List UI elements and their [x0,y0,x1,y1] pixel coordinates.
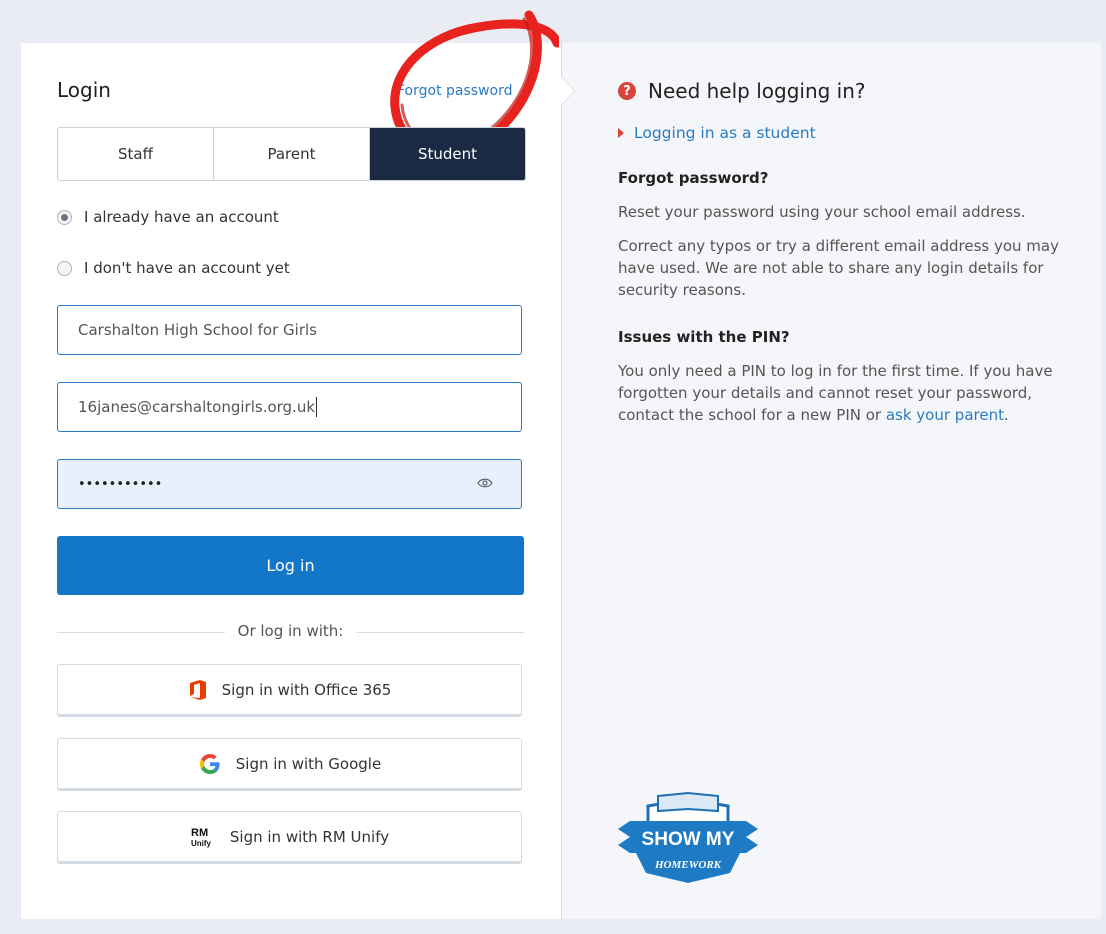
logo-line2: HOMEWORK [654,859,722,871]
login-title: Login [57,78,111,102]
triangle-right-icon [618,128,624,138]
google-icon [198,752,222,776]
logging-in-student-link[interactable]: Logging in as a student [618,124,816,142]
login-card: Login Forgot password Staff Parent Stude… [21,10,1101,919]
google-signin-button[interactable]: Sign in with Google [57,738,522,791]
help-panel: ? Need help logging in? Logging in as a … [561,43,1101,919]
rm-unify-icon: RM Unify [190,825,216,849]
email-field[interactable]: 16janes@carshaltongirls.org.uk [57,382,522,432]
divider: Or log in with: [57,622,524,642]
radio-no-account[interactable]: I don't have an account yet [57,259,290,277]
office365-label: Sign in with Office 365 [221,680,392,699]
office365-signin-button[interactable]: Sign in with Office 365 [57,664,522,717]
radio-label: I already have an account [84,208,279,226]
svg-text:RM: RM [191,827,208,839]
rm-unify-signin-button[interactable]: RM Unify Sign in with RM Unify [57,811,522,864]
radio-label: I don't have an account yet [84,259,290,277]
forgot-password-text-2: Correct any typos or try a different ema… [618,237,1059,299]
divider-text: Or log in with: [237,622,344,640]
eye-icon[interactable] [477,477,493,489]
login-panel: Login Forgot password Staff Parent Stude… [21,10,561,919]
ask-parent-link[interactable]: ask your parent [886,406,1004,424]
tab-parent[interactable]: Parent [214,128,370,180]
role-tabs: Staff Parent Student [57,127,526,181]
radio-button-checked[interactable] [57,209,72,225]
help-heading-text: Need help logging in? [648,79,866,103]
panel-notch [561,77,574,105]
school-field[interactable]: Carshalton High School for Girls [57,305,522,355]
forgot-password-link[interactable]: Forgot password [397,83,513,99]
show-my-homework-logo: SHOW MY HOMEWORK [618,791,758,883]
email-value: 16janes@carshaltongirls.org.uk [78,398,316,416]
question-icon: ? [618,82,636,100]
password-value: ••••••••••• [78,476,163,492]
svg-text:Unify: Unify [191,839,212,848]
help-link-text: Logging in as a student [634,124,816,142]
radio-have-account[interactable]: I already have an account [57,208,279,226]
pin-text-end: . [1003,406,1009,424]
school-value: Carshalton High School for Girls [78,321,317,339]
help-heading: ? Need help logging in? [618,79,866,103]
rm-unify-label: Sign in with RM Unify [229,827,390,846]
divider-line [357,632,524,633]
password-field[interactable]: ••••••••••• [57,459,522,509]
tab-student[interactable]: Student [370,128,525,180]
text-caret [316,397,318,417]
login-button[interactable]: Log in [57,536,524,595]
logo-line1: SHOW MY [642,829,735,850]
forgot-password-heading: Forgot password? [618,169,769,187]
pin-heading: Issues with the PIN? [618,328,790,346]
google-label: Sign in with Google [235,754,382,773]
pin-text: You only need a PIN to log in for the fi… [618,360,1088,426]
forgot-password-text-1: Reset your password using your school em… [618,203,1026,221]
radio-button-unchecked[interactable] [57,260,72,276]
tab-staff[interactable]: Staff [58,128,214,180]
office365-icon [188,679,208,701]
